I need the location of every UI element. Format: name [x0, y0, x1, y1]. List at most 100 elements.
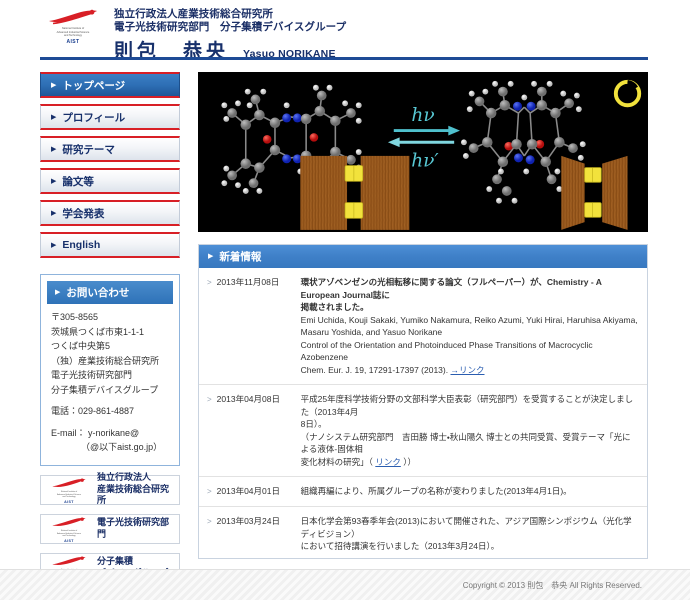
site-footer: Copyright © 2013 則包 恭央 All Rights Reserv…	[0, 569, 690, 600]
contact-email-note: （@以下aist.go.jp）	[81, 442, 163, 452]
triangle-right-icon: ▶	[51, 241, 57, 249]
chevron-right-icon: >	[207, 487, 212, 496]
aist-logo-subtitle: National Institute of Advanced Industria…	[57, 530, 81, 538]
banner-label-line-2: 産業技術総合研究所	[97, 483, 170, 506]
news-text: 変化材料の研究」（	[300, 456, 373, 467]
news-line: 組織再編により、所属グループの名称が変わりました(2013年4月1日)。	[300, 486, 572, 496]
page-body: ▶ トップページ ▶ プロフィール ▶ 研究テーマ ▶ 論文等 ▶ 学会発表 ▶…	[0, 58, 690, 583]
sidebar-item-english[interactable]: ▶ English	[40, 232, 180, 258]
banner-link-aist[interactable]: National Institute of Advanced Industria…	[40, 472, 180, 507]
news-citation: Chem. Eur. J. 19, 17291-17397 (2013).	[300, 364, 449, 375]
banner-label-line-1: 独立行政法人	[97, 472, 152, 483]
news-list[interactable]: > 2013年11月08日 環状アゾベンゼンの光相転移に関する論文（フルペーパー…	[199, 268, 647, 558]
triangle-right-icon: ▶	[51, 113, 57, 121]
news-line: 日本化学会第93春季年会(2013)において開催された、アジア国際シンポジウム（…	[300, 516, 632, 539]
news-link[interactable]: リンク	[375, 457, 401, 467]
news-line: Control of the Orientation and Photoindu…	[300, 339, 593, 363]
aist-logo-mark	[51, 556, 87, 568]
news-item-body: 日本化学会第93春季年会(2013)において開催された、アジア国際シンポジウム（…	[295, 515, 639, 553]
news-line: （ナノシステム研究部門 吉田勝 博士・秋山陽久 博士との共同受賞、受賞テーマ「光…	[300, 431, 631, 455]
banner-label: 電子光技術研究部門	[97, 517, 175, 540]
hero-illustration: hν hν′	[199, 74, 647, 230]
sidebar-item-label: プロフィール	[62, 111, 126, 124]
news-item-body: 環状アゾベンゼンの光相転移に関する論文（フルペーパー）が、Chemistry -…	[295, 276, 639, 376]
news-item[interactable]: > 2013年03月24日 日本化学会第93春季年会(2013)において開催され…	[199, 507, 647, 558]
banner-link-photonics-division[interactable]: National Institute of Advanced Industria…	[40, 513, 180, 544]
hv-forward-label: hν	[411, 105, 434, 126]
triangle-right-icon: ▶	[51, 81, 57, 89]
news-line: Chem. Eur. J. 19, 17291-17397 (2013). →リ…	[301, 364, 639, 377]
news-item-date: 2013年11月08日	[216, 277, 280, 287]
news-panel-title: 新着情報	[219, 251, 262, 263]
organization-line-1: 独立行政法人産業技術総合研究所	[114, 8, 273, 20]
contact-address-line-3: （独）産業技術総合研究所	[51, 355, 160, 366]
banner-label: 独立行政法人 産業技術総合研究所	[97, 472, 175, 507]
news-line: 掲載されました。	[300, 302, 369, 312]
aist-logo-mark	[51, 517, 87, 529]
aist-wordmark: AIST	[66, 38, 80, 45]
header-divider	[40, 57, 648, 60]
news-line: 8日）。	[300, 419, 327, 429]
sidebar-item-profile[interactable]: ▶ プロフィール	[40, 104, 180, 130]
hero-banner-image: hν hν′	[198, 72, 648, 232]
news-line: Emi Uchida, Kouji Sakaki, Yumiko Nakamur…	[300, 314, 638, 325]
sidebar-item-label: English	[62, 239, 101, 251]
hinge-icon	[584, 202, 602, 218]
aist-wordmark: AIST	[64, 538, 74, 543]
main-content: hν hν′ ▶ 新着情報 > 2013年11月08日 環状アゾベンゼンの光相転…	[198, 72, 648, 583]
triangle-right-icon: ▶	[51, 177, 57, 185]
sidebar-item-label: トップページ	[62, 79, 126, 92]
hv-reverse-label: hν′	[411, 151, 439, 172]
sidebar-item-presentations[interactable]: ▶ 学会発表	[40, 200, 180, 226]
sidebar: ▶ トップページ ▶ プロフィール ▶ 研究テーマ ▶ 論文等 ▶ 学会発表 ▶…	[40, 72, 180, 583]
aist-logo-subtitle: National Institute of Advanced Industria…	[57, 491, 81, 499]
contact-box-title: お問い合わせ	[66, 287, 130, 299]
contact-box-body: 〒305-8565 茨城県つくば市東1-1-1 つくば中央第5 （独）産業技術総…	[47, 304, 173, 455]
copyright-text: Copyright © 2013 則包 恭央 All Rights Reserv…	[462, 580, 642, 590]
header-titles: 独立行政法人産業技術総合研究所 電子光技術研究部門 分子集積デバイスグループ 則…	[114, 6, 346, 63]
banner-label-line-1: 分子集積	[97, 556, 134, 566]
sidebar-item-label: 学会発表	[62, 207, 105, 220]
news-line: 環状アゾベンゼンの光相転移に関する論文（フルペーパー）が、Chemistry -…	[300, 277, 602, 300]
triangle-right-icon: ▶	[51, 145, 57, 153]
news-line: において招待講演を行いました（2013年3月24日）。	[300, 541, 500, 551]
news-item-date: 2013年03月24日	[216, 516, 280, 526]
sidebar-item-label: 研究テーマ	[62, 143, 115, 156]
contact-box: ▶ お問い合わせ 〒305-8565 茨城県つくば市東1-1-1 つくば中央第5…	[40, 274, 180, 466]
contact-phone: 電話：029-861-4887	[51, 406, 135, 416]
aist-logo: National Institute of Advanced Industria…	[47, 517, 91, 543]
news-item[interactable]: > 2013年04月08日 平成25年度科学技術分野の文部科学大臣表彰（研究部門…	[199, 385, 647, 477]
contact-postal-code: 〒305-8565	[51, 312, 99, 322]
triangle-right-icon: ▶	[55, 289, 61, 296]
contact-address-line-4: 電子光技術研究部門	[51, 370, 133, 380]
triangle-right-icon: ▶	[208, 253, 214, 260]
contact-address-line-2: つくば中央第5	[51, 341, 111, 351]
news-item-body: 組織再編により、所属グループの名称が変わりました(2013年4月1日)。	[295, 485, 639, 498]
news-line: Masaru Yoshida, and Yasuo Norikane	[300, 327, 443, 337]
chevron-right-icon: >	[207, 278, 212, 287]
chevron-right-icon: >	[207, 395, 212, 404]
news-item[interactable]: > 2013年11月08日 環状アゾベンゼンの光相転移に関する論文（フルペーパー…	[199, 268, 647, 385]
sidebar-item-label: 論文等	[62, 175, 94, 188]
aist-logo-mark	[51, 478, 87, 490]
aist-logo: National Institute of Advanced Industria…	[47, 478, 91, 504]
triangle-right-icon: ▶	[51, 209, 57, 217]
contact-address-line-1: 茨城県つくば市東1-1-1	[51, 326, 145, 337]
news-item[interactable]: > 2013年04月01日 組織再編により、所属グループの名称が変わりました(2…	[199, 477, 647, 507]
aist-wordmark: AIST	[64, 499, 74, 504]
contact-email: E-mail： y-norikane@	[51, 427, 140, 438]
sidebar-item-top-page[interactable]: ▶ トップページ	[40, 72, 180, 98]
aist-logo-mark	[47, 9, 99, 26]
contact-box-header: ▶ お問い合わせ	[47, 281, 173, 304]
sidebar-item-publications[interactable]: ▶ 論文等	[40, 168, 180, 194]
hinge-icon	[584, 167, 602, 183]
news-line: 変化材料の研究」（ リンク ））	[301, 456, 639, 469]
news-item-date: 2013年04月08日	[216, 394, 280, 404]
organization-line-2: 電子光技術研究部門 分子集積デバイスグループ	[114, 21, 347, 33]
news-panel-header: ▶ 新着情報	[199, 245, 647, 268]
banner-label-line-1: 電子光技術研究部門	[97, 517, 170, 539]
news-link[interactable]: →リンク	[450, 365, 484, 375]
sidebar-item-research-theme[interactable]: ▶ 研究テーマ	[40, 136, 180, 162]
aist-logo: National Institute of Advanced Industria…	[40, 9, 106, 45]
